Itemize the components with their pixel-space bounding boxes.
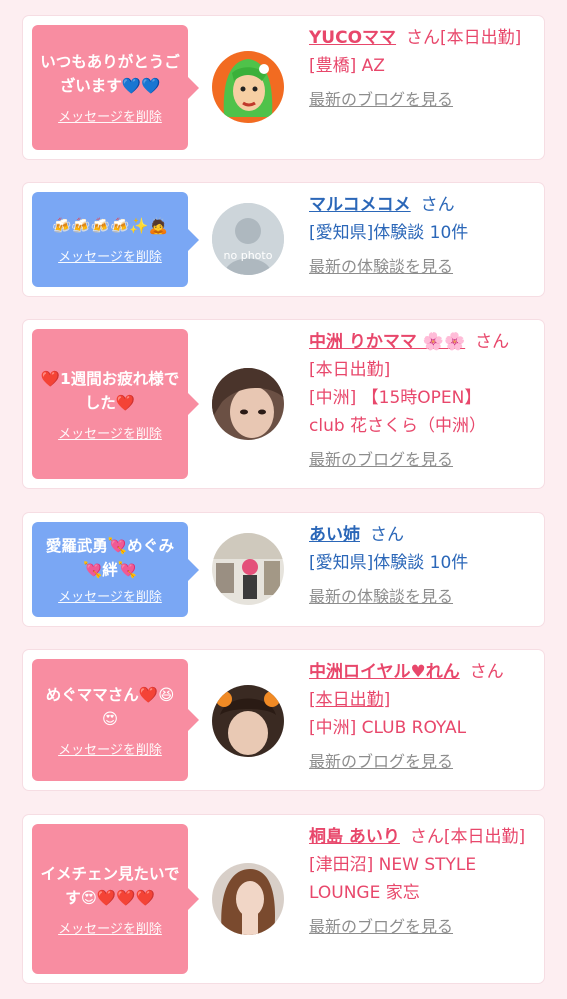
avatar[interactable]: [212, 51, 284, 123]
message-text: 🍻🍻🍻🍻✨🙇: [52, 217, 168, 235]
no-photo-label: no photo: [223, 249, 273, 262]
no-photo-icon: [212, 203, 284, 275]
delete-message-link[interactable]: メッセージを削除: [58, 918, 162, 937]
experience-count: [愛知県]体験談 10件: [309, 223, 469, 243]
message-card: 🍻🍻🍻🍻✨🙇 メッセージを削除 no photo マルコメコメ さん [愛知県]体…: [23, 183, 544, 296]
sender-name[interactable]: 桐島 あいり: [309, 827, 400, 847]
sender-name[interactable]: あい姉: [309, 525, 360, 545]
status-label: [本日出勤]: [309, 690, 391, 710]
status-label: [本日出勤]: [309, 360, 391, 380]
experience-count: [愛知県]体験談 10件: [309, 553, 469, 573]
delete-message-link[interactable]: メッセージを削除: [58, 106, 162, 125]
message-bubble: ❤️1週間お疲れ様でした❤️ メッセージを削除: [32, 329, 199, 479]
message-text: いつもありがとうございます💙💙: [40, 53, 180, 95]
latest-experience-link[interactable]: 最新の体験談を見る: [309, 583, 532, 611]
avatar-illustration: [212, 51, 284, 123]
message-text: めぐママさん❤️😆😍: [45, 685, 175, 728]
sender-name[interactable]: 中洲 りかママ 🌸🌸: [309, 332, 465, 352]
avatar-photo: [212, 685, 284, 757]
message-card: ❤️1週間お疲れ様でした❤️ メッセージを削除 中洲 りかママ 🌸🌸 さん [本日出…: [23, 320, 544, 488]
shop-name: club 花さくら（中洲）: [309, 416, 487, 436]
shop-name: LOUNGE 家忘: [309, 883, 420, 903]
message-card: いつもありがとうございます💙💙 メッセージを削除 YUCOママ さん[本日出勤] …: [23, 16, 544, 159]
sender-name[interactable]: 中洲ロイヤル♥れん: [309, 662, 460, 682]
avatar[interactable]: [212, 368, 284, 440]
status-label: [本日出勤]: [440, 28, 522, 48]
message-bubble: めぐママさん❤️😆😍 メッセージを削除: [32, 659, 199, 781]
avatar[interactable]: no photo: [212, 203, 284, 275]
latest-blog-link[interactable]: 最新のブログを見る: [309, 748, 532, 776]
honorific: さん: [406, 28, 441, 48]
shop-info: [中洲] 【15時OPEN】: [309, 388, 482, 408]
sender-info: あい姉 さん [愛知県]体験談 10件 最新の体験談を見る: [309, 521, 532, 611]
message-text: 愛羅武勇💘めぐみ💘絆💘: [45, 537, 175, 579]
message-card: めぐママさん❤️😆😍 メッセージを削除 中洲ロイヤル♥れん さん [本日出勤] […: [23, 650, 544, 790]
delete-message-link[interactable]: メッセージを削除: [58, 423, 162, 442]
honorific: さん: [370, 525, 404, 545]
honorific: さん: [475, 332, 510, 352]
shop-info: [豊橋] AZ: [309, 56, 385, 76]
avatar-photo: [212, 863, 284, 935]
sender-info: マルコメコメ さん [愛知県]体験談 10件 最新の体験談を見る: [309, 191, 532, 281]
sender-info: YUCOママ さん[本日出勤] [豊橋] AZ 最新のブログを見る: [309, 24, 532, 114]
message-text: イメチェン見たいです😍❤️❤️❤️: [40, 864, 180, 907]
honorific: さん: [420, 195, 455, 215]
sender-name[interactable]: マルコメコメ: [309, 195, 411, 215]
avatar-photo: [212, 368, 284, 440]
message-bubble: 🍻🍻🍻🍻✨🙇 メッセージを削除: [32, 192, 199, 287]
shop-info: [中洲] CLUB ROYAL: [309, 718, 467, 738]
avatar[interactable]: [212, 533, 284, 605]
latest-blog-link[interactable]: 最新のブログを見る: [309, 446, 532, 474]
avatar[interactable]: [212, 685, 284, 757]
honorific: さん: [409, 827, 444, 847]
shop-info: [津田沼] NEW STYLE: [309, 855, 477, 875]
status-label: [本日出勤]: [443, 827, 526, 847]
delete-message-link[interactable]: メッセージを削除: [58, 246, 162, 265]
honorific: さん: [469, 662, 504, 682]
message-card: 愛羅武勇💘めぐみ💘絆💘 メッセージを削除 あい姉 さん [愛知県]体験談 10件 …: [23, 513, 544, 626]
sender-name[interactable]: YUCOママ: [309, 28, 396, 48]
sender-info: 桐島 あいり さん[本日出勤] [津田沼] NEW STYLE LOUNGE 家忘…: [309, 823, 532, 941]
delete-message-link[interactable]: メッセージを削除: [58, 586, 162, 605]
delete-message-link[interactable]: メッセージを削除: [58, 739, 162, 758]
sender-info: 中洲 りかママ 🌸🌸 さん [本日出勤] [中洲] 【15時OPEN】 club 花…: [309, 328, 532, 474]
latest-blog-link[interactable]: 最新のブログを見る: [309, 913, 532, 941]
message-bubble: いつもありがとうございます💙💙 メッセージを削除: [32, 25, 199, 150]
message-card: イメチェン見たいです😍❤️❤️❤️ メッセージを削除 桐島 あいり さん[本日出勤…: [23, 815, 544, 983]
avatar[interactable]: [212, 863, 284, 935]
message-bubble: 愛羅武勇💘めぐみ💘絆💘 メッセージを削除: [32, 522, 199, 617]
avatar-photo: [212, 533, 284, 605]
message-text: ❤️1週間お疲れ様でした❤️: [40, 369, 180, 412]
latest-blog-link[interactable]: 最新のブログを見る: [309, 86, 532, 114]
message-bubble: イメチェン見たいです😍❤️❤️❤️ メッセージを削除: [32, 824, 199, 974]
latest-experience-link[interactable]: 最新の体験談を見る: [309, 253, 532, 281]
message-list: いつもありがとうございます💙💙 メッセージを削除 YUCOママ さん[本日出勤] …: [0, 0, 567, 999]
sender-info: 中洲ロイヤル♥れん さん [本日出勤] [中洲] CLUB ROYAL 最新のブロ…: [309, 658, 532, 776]
